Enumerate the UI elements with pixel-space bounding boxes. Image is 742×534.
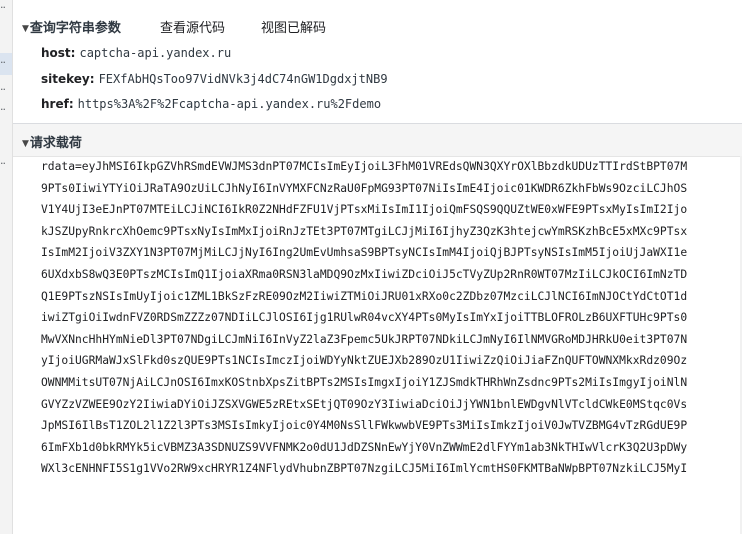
payload-line: Q1E9PTszNSIsImUyIjoic1ZML1BkSzFzRE09OzM2…	[41, 289, 688, 303]
request-payload-body: rdata=eyJhMSI6IkpGZVhRSmdEVWJMS3dnPT07MC…	[41, 156, 742, 534]
view-decoded-button[interactable]: 视图已解码	[261, 17, 326, 36]
param-value: FEXfAbHQsToo97VidNVk3j4dC74nGW1DgdxjtNB9	[98, 72, 388, 86]
payload-line: iwiZTgiOiIwdnFVZ0RDSmZZZz07NDIiLCJlOSI6I…	[41, 311, 688, 325]
gutter-dots: ··	[0, 56, 6, 69]
param-row-host: host: captcha-api.yandex.ru	[41, 46, 231, 60]
query-string-header: ▼查询字符串参数 查看源代码 视图已解码	[13, 0, 742, 46]
query-string-toggle[interactable]: ▼查询字符串参数	[22, 17, 121, 36]
gutter-dots: ··	[0, 83, 6, 96]
caret-down-icon: ▼	[22, 139, 29, 149]
payload-line: 6UXdxbS8wQ3E0PTszMCIsImQ1IjoiaXRma0RSN3l…	[41, 267, 688, 281]
request-payload-toggle[interactable]: ▼请求载荷	[22, 132, 82, 151]
payload-line: yIjoiUGRMaWJxSlFkd0szQUE9PTs1NCIsImczIjo…	[41, 354, 688, 368]
payload-line: IsImM2IjoiV3ZXY1N3PT07MjMiLCJjNyI6Ing2Um…	[41, 246, 688, 260]
param-value: https%3A%2F%2Fcaptcha-api.yandex.ru%2Fde…	[77, 97, 382, 111]
param-value: captcha-api.yandex.ru	[79, 46, 232, 60]
gutter-dots: ··	[0, 157, 6, 170]
param-row-sitekey: sitekey: FEXfAbHQsToo97VidNVk3j4dC74nGW1D…	[41, 72, 388, 86]
payload-line: 6ImFXb1d0bkRMYk5icVBMZ3A3SDNUZS9VVFNMK2o…	[41, 440, 688, 454]
param-key: host:	[41, 46, 76, 60]
param-row-href: href: https%3A%2F%2Fcaptcha-api.yandex.ru…	[41, 97, 381, 111]
request-payload-title: 请求载荷	[29, 136, 82, 151]
param-key: sitekey:	[41, 72, 95, 86]
caret-down-icon: ▼	[22, 24, 29, 34]
payload-line: kJSZUpyRnkrcXhOemc9PTsxNyIsImMxIjoiRnJzT…	[41, 224, 688, 238]
payload-line: OWNMMitsUT07NjAiLCJnOSI6ImxKOStnbXpsZitB…	[41, 375, 688, 389]
payload-line: GVYZzVZWEE9OzY2IiwiaDYiOiJZSXVGWE5zREtxS…	[41, 397, 688, 411]
request-details-panel: ▼查询字符串参数 查看源代码 视图已解码 host: captcha-api.ya…	[13, 0, 742, 534]
payload-line: MwVXNncHhHYmNieDl3PT07NDgiLCJmNiI6InVyZ2…	[41, 332, 688, 346]
view-source-button[interactable]: 查看源代码	[160, 17, 225, 36]
gutter-dots: ··	[0, 1, 6, 14]
payload-line: rdata=eyJhMSI6IkpGZVhRSmdEVWJMS3dnPT07MC…	[41, 160, 688, 173]
query-string-title: 查询字符串参数	[29, 21, 121, 36]
left-gutter: ·· ·· ·· ·· ··	[0, 0, 13, 534]
request-payload-header: ▼请求载荷	[13, 123, 742, 157]
payload-line: 9PTs0IiwiYTYiOiJRaTA9OzUiLCJhNyI6InVYMXF…	[41, 181, 688, 195]
payload-line: JpMSI6IlBsT1ZOL2l1Z2l3PTs3MSIsImkyIjoic0…	[41, 419, 688, 433]
param-key: href:	[41, 97, 74, 111]
gutter-dots: ··	[0, 103, 6, 116]
payload-line: WXl3cENHNFI5S1g1VVo2RW9xcHRYR1Z4NFlydVhu…	[41, 462, 688, 476]
payload-line: V1Y4UjI3eEJnPT07MTEiLCJiNCI6IkR0Z2NHdFZF…	[41, 203, 688, 217]
